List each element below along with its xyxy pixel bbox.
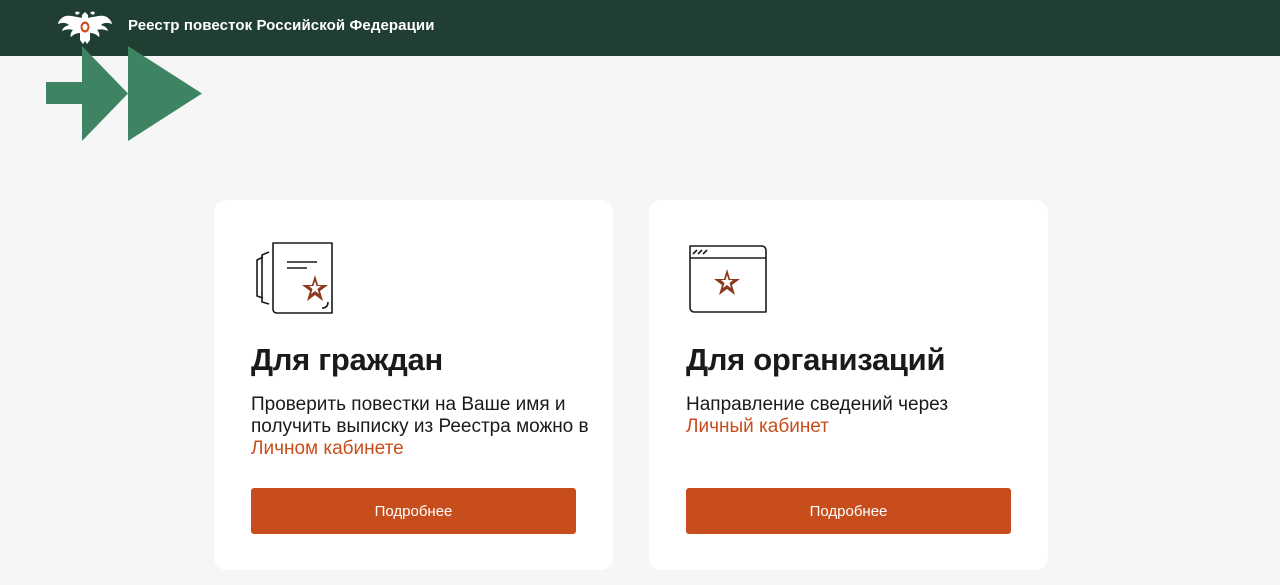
card-description: Проверить повестки на Ваше имя и получит… — [251, 394, 591, 460]
card-description-text: Направление сведений через — [686, 394, 949, 415]
more-details-button[interactable]: Подробнее — [686, 488, 1011, 534]
browser-star-icon — [689, 245, 767, 313]
card-title: Для организаций — [686, 342, 946, 377]
document-star-icon — [256, 242, 333, 314]
card-title: Для граждан — [251, 342, 443, 377]
double-chevron-right-icon — [46, 46, 202, 141]
citizens-card: Для граждан Проверить повестки на Ваше и… — [214, 200, 613, 570]
site-title[interactable]: Реестр повесток Российской Федерации — [128, 17, 435, 34]
card-description-text: Проверить повестки на Ваше имя и получит… — [251, 394, 589, 437]
double-headed-eagle-icon[interactable] — [58, 8, 112, 46]
personal-account-link[interactable]: Личный кабинет — [686, 416, 829, 437]
card-description: Направление сведений через Личный кабине… — [686, 394, 1026, 438]
personal-account-link[interactable]: Личном кабинете — [251, 438, 404, 459]
more-details-button[interactable]: Подробнее — [251, 488, 576, 534]
organizations-card: Для организаций Направление сведений чер… — [649, 200, 1048, 570]
